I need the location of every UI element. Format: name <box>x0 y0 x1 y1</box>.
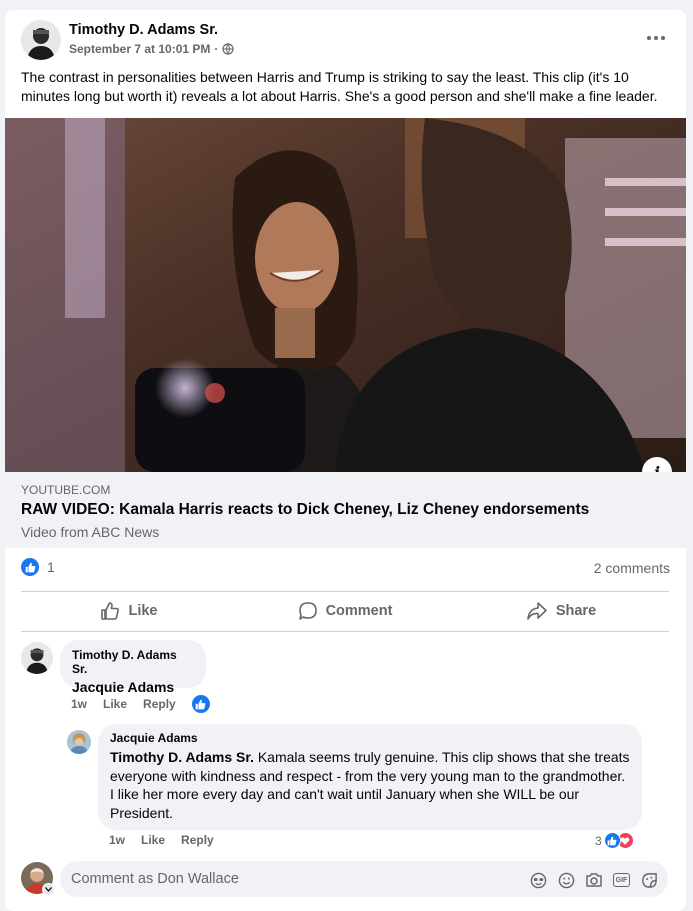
post-timestamp[interactable]: September 7 at 10:01 PM <box>69 42 210 56</box>
meta-separator: · <box>214 42 219 56</box>
reply-like-button[interactable]: Like <box>141 833 165 847</box>
thumbs-up-icon <box>101 602 120 620</box>
commenter-avatar[interactable] <box>21 642 53 674</box>
reaction-count: 1 <box>47 559 55 575</box>
post-card: Timothy D. Adams Sr. September 7 at 10:0… <box>5 10 686 911</box>
reply-mention[interactable]: Timothy D. Adams Sr. <box>110 749 254 765</box>
like-label: Like <box>128 603 158 619</box>
gif-icon[interactable]: GIF <box>613 873 630 887</box>
comment-bubble: Timothy D. Adams Sr. Jacquie Adams <box>60 640 206 695</box>
post-author-name[interactable]: Timothy D. Adams Sr. <box>69 22 218 38</box>
reply-author[interactable]: Jacquie Adams <box>110 731 630 745</box>
share-icon <box>527 602 547 620</box>
like-reaction-icon <box>21 558 39 576</box>
camera-icon[interactable] <box>585 871 603 889</box>
comment-time[interactable]: 1w <box>71 697 87 711</box>
comment-icon <box>298 602 317 620</box>
composer-tools: GIF <box>529 871 658 889</box>
link-subtitle: Video from ABC News <box>21 524 160 540</box>
reply-author-avatar[interactable] <box>67 730 91 754</box>
emoji-icon[interactable] <box>557 871 575 889</box>
divider <box>21 631 669 632</box>
reaction-summary[interactable]: 1 <box>21 558 55 576</box>
video-thumbnail[interactable] <box>5 118 686 472</box>
comment-author[interactable]: Timothy D. Adams Sr. <box>72 648 194 676</box>
avatar-dropdown-icon[interactable] <box>42 883 55 896</box>
globe-icon[interactable] <box>222 43 235 55</box>
like-button[interactable]: Like <box>21 592 237 630</box>
video-thumbnail-image <box>5 118 686 472</box>
post-text: The contrast in personalities between Ha… <box>21 69 658 104</box>
share-label: Share <box>555 603 597 619</box>
reply-bubble: Jacquie Adams Timothy D. Adams Sr. Kamal… <box>98 724 642 830</box>
dot-icon <box>654 36 658 40</box>
share-button[interactable]: Share <box>453 592 669 630</box>
link-domain: YOUTUBE.COM <box>21 483 111 497</box>
dot-icon <box>661 36 665 40</box>
comment-actions: 1w Like Reply <box>71 695 210 713</box>
comment-like-button[interactable]: Like <box>103 697 127 711</box>
like-reaction-icon <box>603 832 621 849</box>
more-options-button[interactable] <box>642 28 670 48</box>
link-preview[interactable]: YOUTUBE.COM RAW VIDEO: Kamala Harris rea… <box>5 472 686 548</box>
reply-actions: 1w Like Reply <box>109 833 214 847</box>
comment-mention[interactable]: Jacquie Adams <box>72 679 174 695</box>
like-reaction-icon[interactable] <box>191 695 210 713</box>
comment-text: Jacquie Adams <box>72 678 194 697</box>
reply-reaction-count: 3 <box>595 833 602 848</box>
comment-button[interactable]: Comment <box>237 592 453 630</box>
avatar-sticker-icon[interactable] <box>529 871 547 889</box>
reply-reactions[interactable]: 3 <box>595 832 634 849</box>
post-meta: September 7 at 10:01 PM · <box>69 42 235 56</box>
post-actions: Like Comment Share <box>21 592 669 630</box>
reply-text: Timothy D. Adams Sr. Kamala seems truly … <box>110 748 630 822</box>
author-avatar[interactable] <box>21 20 61 60</box>
dot-icon <box>647 36 651 40</box>
reply-reply-button[interactable]: Reply <box>181 833 214 847</box>
comments-count[interactable]: 2 comments <box>594 560 670 576</box>
link-title[interactable]: RAW VIDEO: Kamala Harris reacts to Dick … <box>21 501 589 519</box>
comment-label: Comment <box>325 603 393 619</box>
sticker-icon[interactable] <box>640 871 658 889</box>
comment-reply-button[interactable]: Reply <box>143 697 176 711</box>
reply-time[interactable]: 1w <box>109 833 125 847</box>
